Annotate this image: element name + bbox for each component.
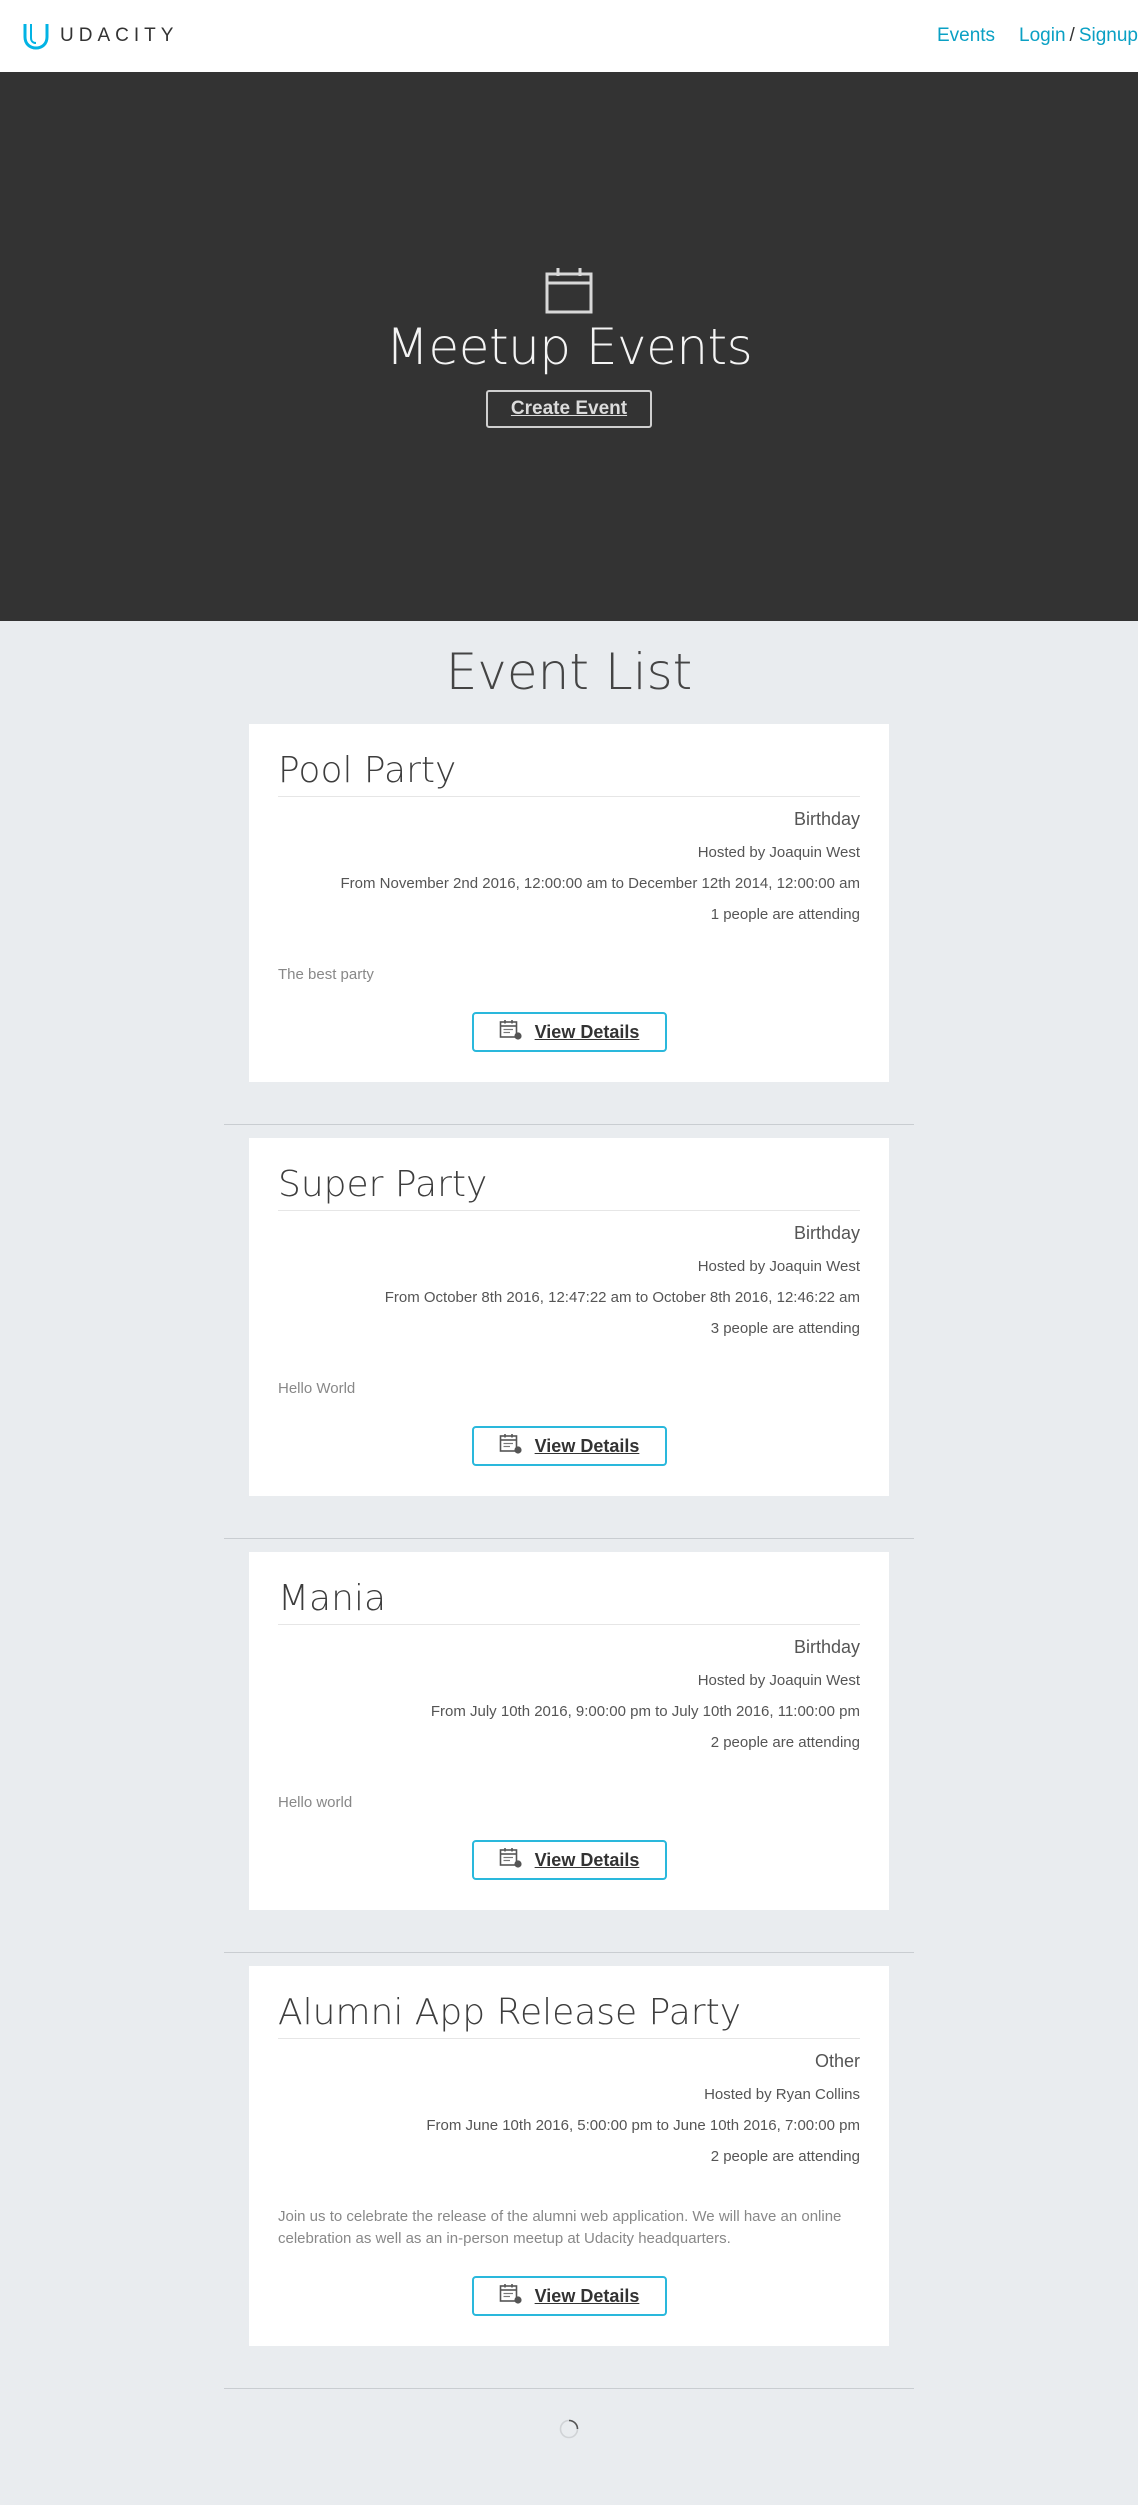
event-dates: From July 10th 2016, 9:00:00 pm to July …	[430, 1703, 860, 1720]
event-meta: Birthday Hosted by Joaquin West From Oct…	[278, 1223, 860, 1337]
event-item: Pool Party Birthday Hosted by Joaquin We…	[224, 724, 914, 1125]
event-description: Hello world	[278, 1794, 353, 1811]
event-description: Join us to celebrate the release of the …	[278, 2208, 842, 2247]
view-details-label: View Details	[534, 1849, 640, 1870]
event-dates: From October 8th 2016, 12:47:22 am to Oc…	[384, 1289, 860, 1306]
event-type: Birthday	[793, 1637, 860, 1657]
hero-title: Meetup Events	[385, 317, 753, 376]
event-item: Super Party Birthday Hosted by Joaquin W…	[224, 1138, 914, 1539]
event-card: Alumni App Release Party Other Hosted by…	[249, 1966, 889, 2346]
view-details-label: View Details	[534, 1435, 640, 1456]
event-description: The best party	[278, 966, 374, 983]
brand-name: UDACITY	[60, 25, 179, 46]
view-details-button[interactable]: View Details	[471, 1840, 667, 1880]
event-item: Alumni App Release Party Other Hosted by…	[224, 1966, 914, 2389]
loading-spinner-icon	[558, 2418, 580, 2445]
view-details-label: View Details	[534, 2285, 640, 2306]
view-details-button[interactable]: View Details	[471, 1012, 667, 1052]
event-type: Birthday	[793, 809, 860, 829]
event-divider	[224, 2388, 914, 2389]
event-title: Pool Party	[278, 748, 860, 797]
loading-area	[0, 2402, 1138, 2485]
event-attending: 3 people are attending	[710, 1320, 860, 1337]
event-card: Mania Birthday Hosted by Joaquin West Fr…	[249, 1552, 889, 1910]
event-description: Hello World	[278, 1380, 356, 1397]
event-type: Other	[814, 2051, 860, 2071]
nav-separator: /	[1069, 25, 1075, 46]
event-divider	[224, 1538, 914, 1539]
main-nav: Events Login / Signup	[937, 25, 1138, 47]
event-list: Pool Party Birthday Hosted by Joaquin We…	[0, 724, 1138, 2389]
event-host: Hosted by Joaquin West	[697, 1672, 860, 1689]
calendar-details-icon	[499, 2283, 523, 2310]
event-dates: From June 10th 2016, 5:00:00 pm to June …	[426, 2117, 860, 2134]
view-details-button[interactable]: View Details	[471, 2276, 667, 2316]
event-attending: 1 people are attending	[710, 906, 860, 923]
event-type: Birthday	[793, 1223, 860, 1243]
view-details-button[interactable]: View Details	[471, 1426, 667, 1466]
event-attending: 2 people are attending	[710, 2148, 860, 2165]
event-host: Hosted by Ryan Collins	[704, 2086, 860, 2103]
create-event-button[interactable]: Create Event	[486, 389, 652, 428]
hero-banner: Meetup Events Create Event	[0, 72, 1138, 621]
event-divider	[224, 1952, 914, 1953]
nav-signup-link[interactable]: Signup	[1079, 25, 1138, 47]
event-meta: Birthday Hosted by Joaquin West From Nov…	[278, 809, 860, 923]
nav-events-link[interactable]: Events	[937, 25, 995, 47]
event-title: Alumni App Release Party	[278, 1990, 860, 2039]
event-dates: From November 2nd 2016, 12:00:00 am to D…	[340, 875, 860, 892]
event-meta: Birthday Hosted by Joaquin West From Jul…	[278, 1637, 860, 1751]
event-card: Pool Party Birthday Hosted by Joaquin We…	[249, 724, 889, 1082]
event-host: Hosted by Joaquin West	[697, 1258, 860, 1275]
event-attending: 2 people are attending	[710, 1734, 860, 1751]
udacity-logo-icon	[22, 21, 50, 51]
top-navbar: UDACITY Events Login / Signup	[0, 0, 1138, 72]
nav-login-link[interactable]: Login	[1019, 25, 1066, 47]
calendar-details-icon	[499, 1019, 523, 1046]
event-list-title: Event List	[445, 643, 693, 701]
event-meta: Other Hosted by Ryan Collins From June 1…	[278, 2051, 860, 2165]
calendar-details-icon	[499, 1433, 523, 1460]
brand[interactable]: UDACITY	[22, 21, 178, 51]
event-title: Super Party	[278, 1162, 860, 1211]
event-card: Super Party Birthday Hosted by Joaquin W…	[249, 1138, 889, 1496]
event-host: Hosted by Joaquin West	[697, 844, 860, 861]
view-details-label: View Details	[534, 1021, 640, 1042]
event-title: Mania	[278, 1576, 860, 1625]
event-divider	[224, 1124, 914, 1125]
calendar-details-icon	[499, 1847, 523, 1874]
event-item: Mania Birthday Hosted by Joaquin West Fr…	[224, 1552, 914, 1953]
calendar-icon	[544, 266, 594, 316]
